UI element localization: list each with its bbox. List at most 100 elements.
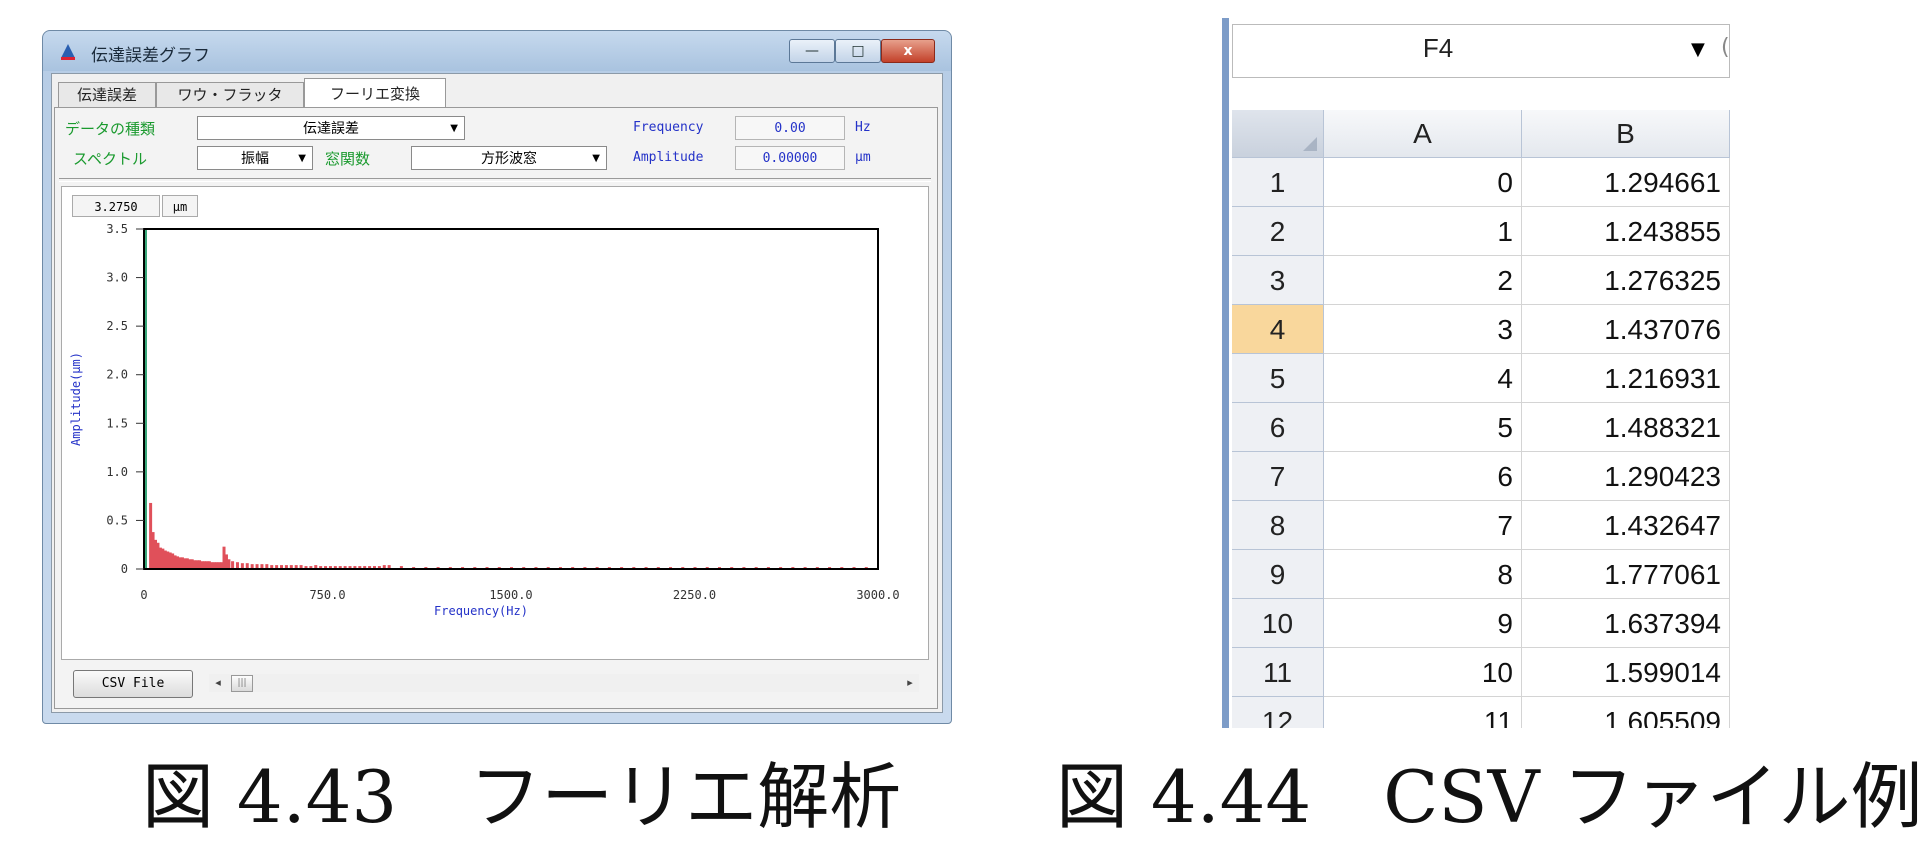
data-type-select[interactable]: 伝達誤差 ▼ <box>197 116 465 140</box>
x-tick-label: 1500.0 <box>489 588 532 602</box>
row-header[interactable]: 12 <box>1232 697 1324 728</box>
cell-b[interactable]: 1.290423 <box>1522 452 1730 501</box>
bar <box>235 562 239 569</box>
chevron-down-icon: ▼ <box>450 123 458 134</box>
table-row: 1 0 1.294661 <box>1232 158 1730 207</box>
cell-b[interactable]: 1.777061 <box>1522 550 1730 599</box>
cell-b[interactable]: 1.216931 <box>1522 354 1730 403</box>
cell-b[interactable]: 1.488321 <box>1522 403 1730 452</box>
column-header-b[interactable]: B <box>1522 110 1730 158</box>
cell-a[interactable]: 2 <box>1324 256 1522 305</box>
maximize-icon: □ <box>851 43 865 59</box>
csv-file-button[interactable]: CSV File <box>73 670 193 698</box>
cell-b[interactable]: 1.294661 <box>1522 158 1730 207</box>
chevron-down-icon: ▼ <box>298 153 306 164</box>
row-header[interactable]: 2 <box>1232 207 1324 256</box>
window-edge <box>1222 18 1229 728</box>
cell-a[interactable]: 8 <box>1324 550 1522 599</box>
row-header[interactable]: 7 <box>1232 452 1324 501</box>
cell-a[interactable]: 9 <box>1324 599 1522 648</box>
cell-a[interactable]: 4 <box>1324 354 1522 403</box>
cell-a[interactable]: 6 <box>1324 452 1522 501</box>
horizontal-scrollbar[interactable]: ◂ ||| ▸ <box>209 674 919 692</box>
row-header[interactable]: 1 <box>1232 158 1324 207</box>
data-type-label: データの種類 <box>65 120 156 138</box>
y-axis-label: Amplitude(μm) <box>69 352 83 446</box>
data-type-value: 伝達誤差 <box>303 121 359 137</box>
table-row: 3 2 1.276325 <box>1232 256 1730 305</box>
y-tick-label: 1.5 <box>106 416 128 430</box>
tab-fourier[interactable]: フーリエ変換 <box>304 78 446 109</box>
tab-transmission-error[interactable]: 伝達誤差 <box>58 82 156 108</box>
fourier-chart: 0 0.5 1.0 1.5 2.0 2.5 3.0 3.5 0 750.0 1500.0 2250.… <box>69 222 900 618</box>
amplitude-label: Amplitude <box>633 150 704 165</box>
cell-b[interactable]: 1.637394 <box>1522 599 1730 648</box>
column-header-a[interactable]: A <box>1324 110 1522 158</box>
caption-csv: 図 4.44 CSV ファイル例 <box>1056 755 1923 839</box>
cell-a[interactable]: 7 <box>1324 501 1522 550</box>
frequency-unit: Hz <box>855 120 871 135</box>
column-header-row: A B <box>1232 110 1730 158</box>
bottom-bar: CSV File ◂ ||| ▸ <box>61 668 929 698</box>
row-header[interactable]: 9 <box>1232 550 1324 599</box>
minimize-button[interactable]: — <box>789 39 835 63</box>
window-function-label: 窓関数 <box>325 150 371 168</box>
cell-b[interactable]: 1.243855 <box>1522 207 1730 256</box>
maximize-button[interactable]: □ <box>835 39 881 63</box>
x-ticks: 0 750.0 1500.0 2250.0 3000.0 <box>140 588 899 602</box>
scroll-thumb[interactable]: ||| <box>231 675 253 692</box>
cell-b[interactable]: 1.605509 <box>1522 697 1730 728</box>
fourier-panel: データの種類 伝達誤差 ▼ Frequency 0.00 Hz スペクトル 振幅… <box>54 107 938 709</box>
row-header[interactable]: 8 <box>1232 501 1324 550</box>
window-function-select[interactable]: 方形波窓 ▼ <box>411 146 607 170</box>
scroll-right-icon[interactable]: ▸ <box>901 674 919 692</box>
cell-b[interactable]: 1.432647 <box>1522 501 1730 550</box>
x-tick-label: 3000.0 <box>856 588 899 602</box>
y-tick-label: 3.5 <box>106 222 128 236</box>
row-header[interactable]: 4 <box>1232 305 1324 354</box>
x-axis-label: Frequency(Hz) <box>434 604 528 618</box>
name-box[interactable]: F4 ▼ ( <box>1232 24 1730 78</box>
cell-a[interactable]: 1 <box>1324 207 1522 256</box>
bars-group <box>144 229 868 569</box>
y-tick-label: 2.5 <box>106 319 128 333</box>
cell-a[interactable]: 5 <box>1324 403 1522 452</box>
select-all-icon <box>1303 137 1317 151</box>
table-row: 7 6 1.290423 <box>1232 452 1730 501</box>
app-icon <box>61 44 75 60</box>
ribbon-gap <box>1232 80 1730 108</box>
close-button[interactable]: x <box>881 39 935 63</box>
window-title: 伝達誤差グラフ <box>91 46 210 66</box>
cell-a[interactable]: 3 <box>1324 305 1522 354</box>
spreadsheet: F4 ▼ ( A B 1 0 1.294661 2 1 1.243855 3 2 1.27632… <box>1222 18 1730 728</box>
select-all-corner[interactable] <box>1232 110 1324 158</box>
cell-b[interactable]: 1.599014 <box>1522 648 1730 697</box>
minimize-icon: — <box>805 43 819 59</box>
table-row: 5 4 1.216931 <box>1232 354 1730 403</box>
row-header[interactable]: 11 <box>1232 648 1324 697</box>
title-bar[interactable]: 伝達誤差グラフ — □ x <box>43 31 951 69</box>
chevron-down-icon[interactable]: ▼ <box>1691 39 1705 60</box>
table-row: 12 11 1.605509 <box>1232 697 1730 728</box>
caption-fourier: 図 4.43 フーリエ解析 <box>142 755 902 839</box>
x-tick-label: 0 <box>140 588 147 602</box>
scroll-left-icon[interactable]: ◂ <box>209 674 227 692</box>
table-row: 8 7 1.432647 <box>1232 501 1730 550</box>
cell-b[interactable]: 1.276325 <box>1522 256 1730 305</box>
spectrum-select[interactable]: 振幅 ▼ <box>197 146 313 170</box>
cell-a[interactable]: 11 <box>1324 697 1522 728</box>
divider <box>59 178 931 182</box>
y-tick-label: 3.0 <box>106 271 128 285</box>
bar <box>227 559 231 569</box>
tab-wow-flutter[interactable]: ワウ・フラッタ <box>156 82 304 108</box>
x-tick-label: 2250.0 <box>673 588 716 602</box>
cell-a[interactable]: 10 <box>1324 648 1522 697</box>
cell-a[interactable]: 0 <box>1324 158 1522 207</box>
row-header[interactable]: 3 <box>1232 256 1324 305</box>
row-header[interactable]: 10 <box>1232 599 1324 648</box>
name-box-value: F4 <box>1422 33 1454 63</box>
fourier-window: 伝達誤差グラフ — □ x 伝達誤差 ワウ・フラッタ フーリエ変換 データの種類… <box>42 30 952 724</box>
row-header[interactable]: 5 <box>1232 354 1324 403</box>
row-header[interactable]: 6 <box>1232 403 1324 452</box>
cell-b[interactable]: 1.437076 <box>1522 305 1730 354</box>
